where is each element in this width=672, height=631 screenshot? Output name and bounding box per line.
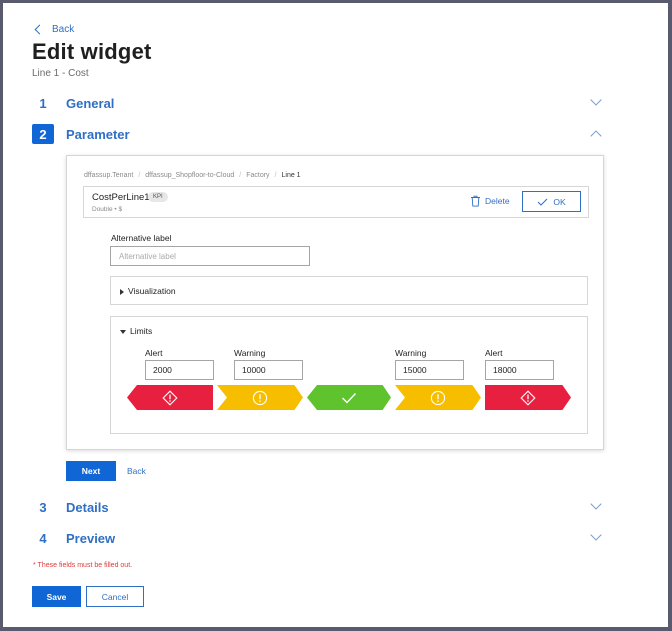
back-link[interactable]: Back [34, 24, 75, 35]
warning-low-label: Warning [234, 348, 266, 358]
breadcrumb-item[interactable]: dffassup.Tenant [84, 172, 133, 179]
alert-low-input[interactable] [145, 360, 214, 380]
breadcrumb-item[interactable]: dffassup_Shopfloor-to-Cloud [145, 172, 234, 179]
breadcrumb-separator: / [239, 172, 242, 179]
delete-label: Delete [485, 196, 510, 206]
page-subtitle: Line 1 - Cost [32, 68, 89, 79]
caret-down-icon [120, 329, 126, 334]
kpi-name: CostPerLine1 [92, 192, 150, 203]
warning-low-input[interactable] [234, 360, 303, 380]
next-button[interactable]: Next [66, 461, 116, 481]
page-title: Edit widget [32, 39, 152, 64]
alert-low-label: Alert [145, 348, 163, 358]
step-parameter[interactable]: 2 Parameter [32, 123, 604, 145]
step-details[interactable]: 3 Details [32, 496, 604, 518]
warning-circle-icon [252, 390, 268, 405]
warning-circle-icon [430, 390, 446, 405]
save-button[interactable]: Save [32, 586, 81, 607]
checkmark-icon [538, 198, 548, 206]
kpi-row: CostPerLine1 KPI Double • $ Delete OK [83, 186, 589, 218]
limits-title: Limits [130, 326, 153, 336]
breadcrumb-item[interactable]: Factory [246, 172, 269, 179]
chevron-down-icon [590, 529, 602, 541]
checkmark-icon [342, 392, 357, 404]
breadcrumb-separator: / [274, 172, 277, 179]
warning-high-input[interactable] [395, 360, 464, 380]
window-frame: Back Edit widget Line 1 - Cost 1 General… [0, 0, 672, 631]
chevron-down-icon [590, 94, 602, 106]
limits-toggle[interactable]: Limits [120, 326, 152, 336]
ok-button[interactable]: OK [522, 191, 581, 212]
step-preview[interactable]: 4 Preview [32, 527, 604, 549]
step-label: Parameter [66, 126, 130, 142]
step-label: General [66, 95, 115, 111]
limit-zone-warning-low [217, 385, 303, 410]
limit-zone-alert-high [485, 385, 571, 410]
chevron-up-icon [590, 130, 602, 142]
step-label: Preview [66, 530, 116, 546]
step-number: 1 [39, 95, 47, 111]
chevron-left-icon [34, 24, 45, 35]
step-number: 3 [39, 499, 47, 515]
step-label: Details [66, 499, 109, 515]
limit-zone-alert-low [127, 385, 213, 410]
visualization-toggle[interactable]: Visualization [120, 286, 176, 296]
chevron-down-icon [590, 498, 602, 510]
alert-diamond-icon [520, 389, 536, 406]
limit-zone-ok [307, 385, 391, 410]
visualization-section: Visualization [110, 276, 588, 305]
alert-high-label: Alert [485, 348, 503, 358]
kpi-meta: Double • $ [92, 206, 123, 213]
kpi-badge: KPI [148, 192, 168, 202]
delete-button[interactable]: Delete [470, 195, 510, 207]
step-number: 4 [39, 530, 47, 546]
parameter-panel: dffassup.Tenant / dffassup_Shopfloor-to-… [66, 155, 604, 450]
breadcrumb-current: Line 1 [281, 172, 301, 179]
back-label: Back [52, 24, 75, 35]
warning-high-label: Warning [395, 348, 427, 358]
ok-label: OK [553, 196, 566, 207]
required-fields-note: * These fields must be filled out. [33, 562, 133, 569]
alternative-label-heading: Alternative label [111, 233, 172, 243]
limit-zone-warning-high [395, 385, 481, 410]
visualization-title: Visualization [128, 286, 176, 296]
step-back-link[interactable]: Back [127, 466, 146, 476]
alert-diamond-icon [162, 389, 178, 406]
cancel-button[interactable]: Cancel [86, 586, 144, 607]
caret-right-icon [120, 288, 124, 295]
alternative-label-input[interactable] [110, 246, 310, 266]
breadcrumb-separator: / [138, 172, 141, 179]
step-general[interactable]: 1 General [32, 92, 604, 114]
step-number: 2 [32, 124, 54, 144]
breadcrumb: dffassup.Tenant / dffassup_Shopfloor-to-… [84, 172, 301, 179]
alert-high-input[interactable] [485, 360, 554, 380]
trash-icon [471, 195, 480, 207]
